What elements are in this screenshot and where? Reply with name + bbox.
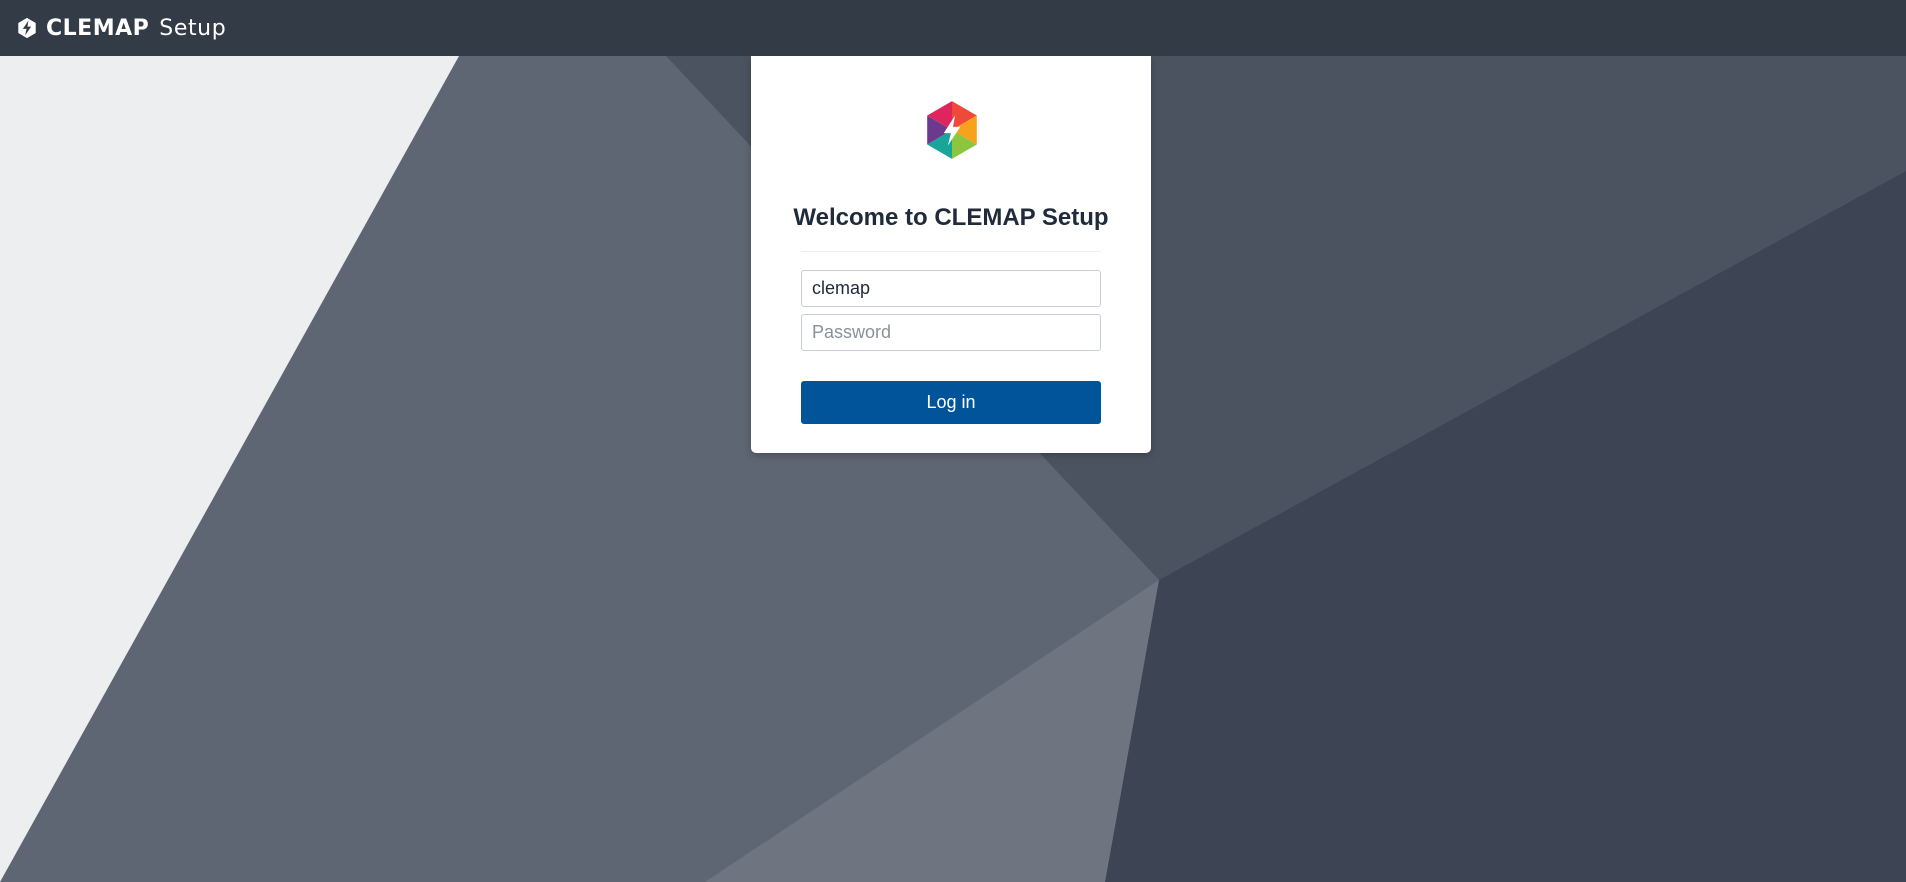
page-title: Welcome to CLEMAP Setup [793, 204, 1109, 231]
login-page: CLEMAP Setup Welcome to CLEMAP Setup Log… [0, 0, 1906, 882]
username-input[interactable] [801, 270, 1101, 307]
divider [801, 251, 1101, 252]
brand-name: CLEMAP [46, 15, 150, 41]
brand[interactable]: CLEMAP Setup [16, 16, 226, 41]
login-button[interactable]: Log in [801, 381, 1101, 424]
login-card: Welcome to CLEMAP Setup Log in [751, 56, 1151, 453]
brand-subtitle: Setup [159, 15, 227, 41]
bolt-hexagon-icon [18, 17, 36, 39]
rainbow-hexagon-logo [927, 101, 977, 159]
password-input[interactable] [801, 314, 1101, 351]
top-navbar: CLEMAP Setup [0, 0, 1906, 56]
